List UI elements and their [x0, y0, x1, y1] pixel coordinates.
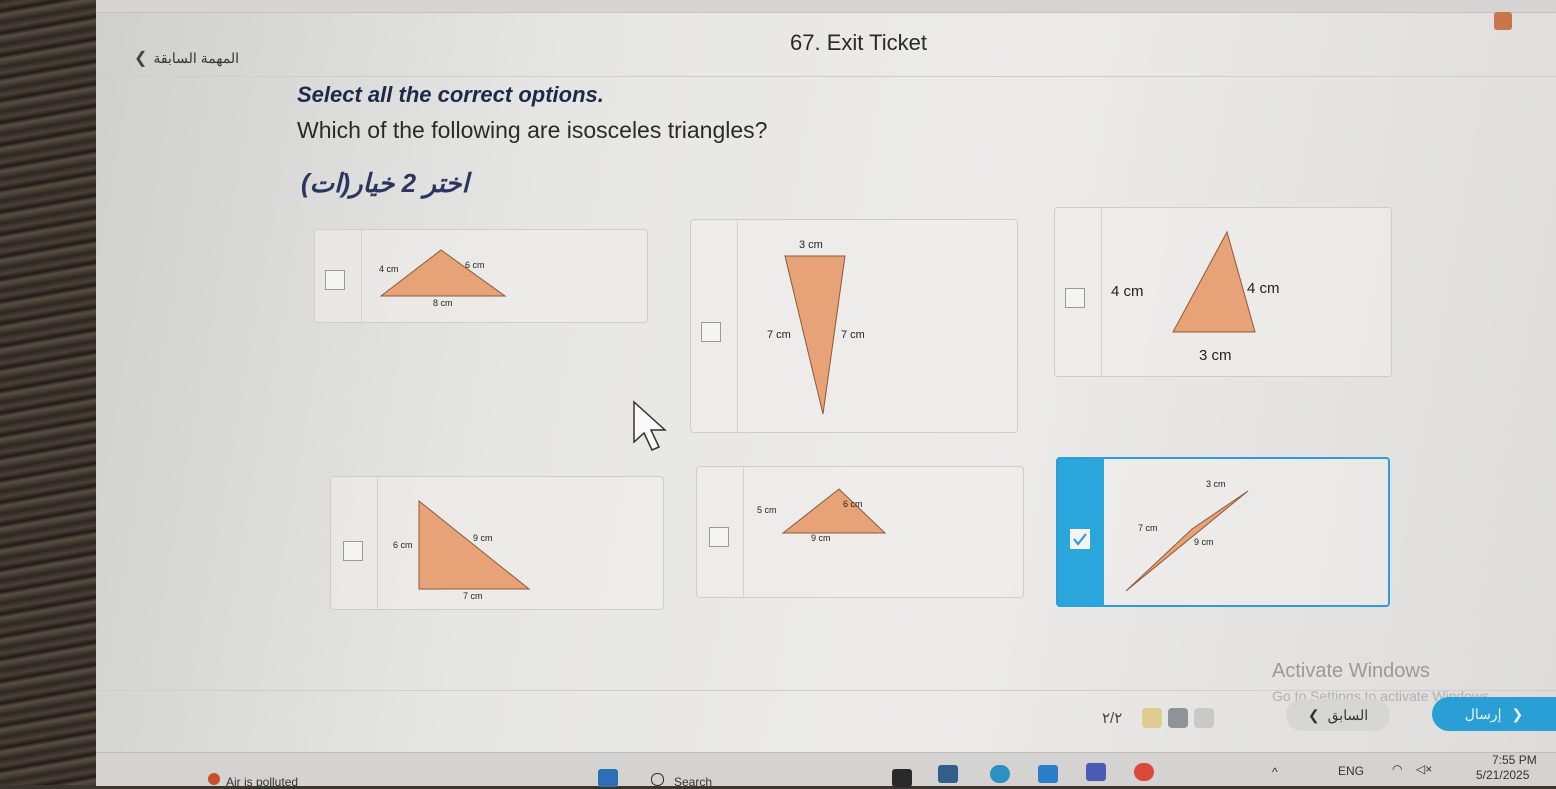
- side-label: 9 cm: [473, 533, 493, 543]
- side-label: 3 cm: [799, 239, 823, 251]
- side-label: 9 cm: [811, 533, 831, 543]
- choose-count-hint: اختر 2 خيار(ات): [301, 168, 469, 198]
- triangle-figure-5: 5 cm 6 cm 9 cm: [757, 488, 887, 543]
- option-checkbox-4[interactable]: [343, 541, 363, 561]
- side-label: 8 cm: [433, 298, 453, 308]
- chrome-icon[interactable]: [1134, 763, 1154, 781]
- page-indicator: ٢/٢: [1102, 710, 1123, 727]
- option-checkbox-6[interactable]: [1070, 529, 1090, 549]
- progress-dot[interactable]: [1194, 708, 1214, 728]
- option-card-5[interactable]: 5 cm 6 cm 9 cm: [696, 466, 1024, 598]
- side-label: 4 cm: [379, 264, 399, 274]
- search-icon[interactable]: [651, 773, 664, 786]
- teams-icon[interactable]: [1086, 763, 1106, 781]
- triangle-figure-3: 4 cm 4 cm 3 cm: [1111, 230, 1280, 364]
- side-label: 7 cm: [767, 329, 791, 341]
- option-card-1[interactable]: 4 cm 6 cm 8 cm: [314, 229, 648, 323]
- side-label: 4 cm: [1111, 283, 1144, 300]
- previous-task-link[interactable]: ❮ المهمة السابقة: [134, 48, 239, 68]
- windows-start-icon[interactable]: [598, 769, 618, 787]
- progress-dots: [1142, 708, 1214, 728]
- submit-button[interactable]: إرسال ❯: [1432, 697, 1556, 731]
- browser-toolbar: [96, 0, 1556, 13]
- side-label: 6 cm: [465, 260, 485, 270]
- app-window: ❮ المهمة السابقة 67. Exit Ticket Select …: [96, 0, 1556, 789]
- weather-icon: [208, 773, 220, 785]
- option-checkbox-2[interactable]: [701, 322, 721, 342]
- triangle-figure-6: 3 cm 7 cm 9 cm: [1125, 479, 1249, 592]
- side-label: 6 cm: [843, 499, 863, 509]
- weather-status[interactable]: Air is polluted: [226, 775, 298, 789]
- page-title: 67. Exit Ticket: [790, 30, 927, 55]
- side-label: 4 cm: [1247, 280, 1280, 297]
- windows-taskbar: Air is polluted Search ^ ENG ◠ ◁× 7:55 P…: [96, 752, 1556, 789]
- edge-icon[interactable]: [990, 765, 1010, 783]
- option-checkbox-5[interactable]: [709, 527, 729, 547]
- clock-time[interactable]: 7:55 PM: [1492, 753, 1537, 767]
- chevron-left-icon: ❮: [134, 50, 148, 67]
- triangle-shape-3: [1172, 230, 1256, 333]
- triangle-shape-4: [418, 499, 531, 590]
- side-label: 7 cm: [1138, 523, 1158, 533]
- volume-icon[interactable]: ◁×: [1416, 762, 1432, 776]
- side-label: 5 cm: [757, 505, 777, 515]
- language-indicator[interactable]: ENG: [1338, 764, 1364, 778]
- activate-windows-title: Activate Windows: [1272, 660, 1430, 682]
- progress-dot[interactable]: [1142, 708, 1162, 728]
- option-card-6[interactable]: 3 cm 7 cm 9 cm: [1056, 457, 1390, 607]
- triangle-figure-2: 3 cm 7 cm 7 cm: [767, 239, 865, 415]
- previous-button[interactable]: ❮ السابق: [1286, 699, 1390, 731]
- task-view-icon[interactable]: [892, 769, 912, 787]
- triangle-shape-5: [781, 488, 887, 534]
- side-label: 6 cm: [393, 540, 413, 550]
- mouse-cursor-icon: [633, 400, 667, 451]
- side-label: 3 cm: [1206, 479, 1226, 489]
- triangle-figure-1: 4 cm 6 cm 8 cm: [379, 249, 507, 308]
- side-label: 3 cm: [1199, 347, 1232, 364]
- option-card-4[interactable]: 6 cm 9 cm 7 cm: [330, 476, 664, 610]
- previous-button-label: السابق: [1327, 706, 1369, 723]
- side-label: 7 cm: [841, 329, 865, 341]
- taskbar-search[interactable]: Search: [674, 775, 712, 789]
- previous-task-label: المهمة السابقة: [153, 49, 239, 66]
- clock-date[interactable]: 5/21/2025: [1476, 768, 1529, 782]
- question-text: Which of the following are isosceles tri…: [297, 117, 768, 143]
- file-explorer-icon[interactable]: [938, 765, 958, 783]
- triangle-shape-1: [379, 249, 507, 297]
- checkmark-icon: [1073, 533, 1087, 546]
- instruction-text: Select all the correct options.: [297, 82, 604, 107]
- chevron-left-icon: ❮: [1307, 706, 1320, 723]
- progress-dot[interactable]: [1168, 708, 1188, 728]
- option-checkbox-3[interactable]: [1065, 288, 1085, 308]
- option-card-3[interactable]: 4 cm 4 cm 3 cm: [1054, 207, 1392, 377]
- triangle-figure-4: 6 cm 9 cm 7 cm: [393, 499, 531, 601]
- option-checkbox-1[interactable]: [325, 270, 345, 290]
- chevron-right-icon: ❯: [1511, 705, 1524, 722]
- wifi-icon[interactable]: ◠: [1392, 762, 1402, 776]
- store-icon[interactable]: [1038, 765, 1058, 783]
- triangle-shape-6: [1125, 490, 1249, 592]
- submit-button-label: إرسال: [1464, 705, 1502, 722]
- side-label: 7 cm: [463, 591, 483, 601]
- side-label: 9 cm: [1194, 537, 1214, 547]
- option-card-2[interactable]: 3 cm 7 cm 7 cm: [690, 219, 1018, 433]
- tray-chevron-icon[interactable]: ^: [1272, 765, 1278, 779]
- triangle-shape-2: [784, 255, 846, 415]
